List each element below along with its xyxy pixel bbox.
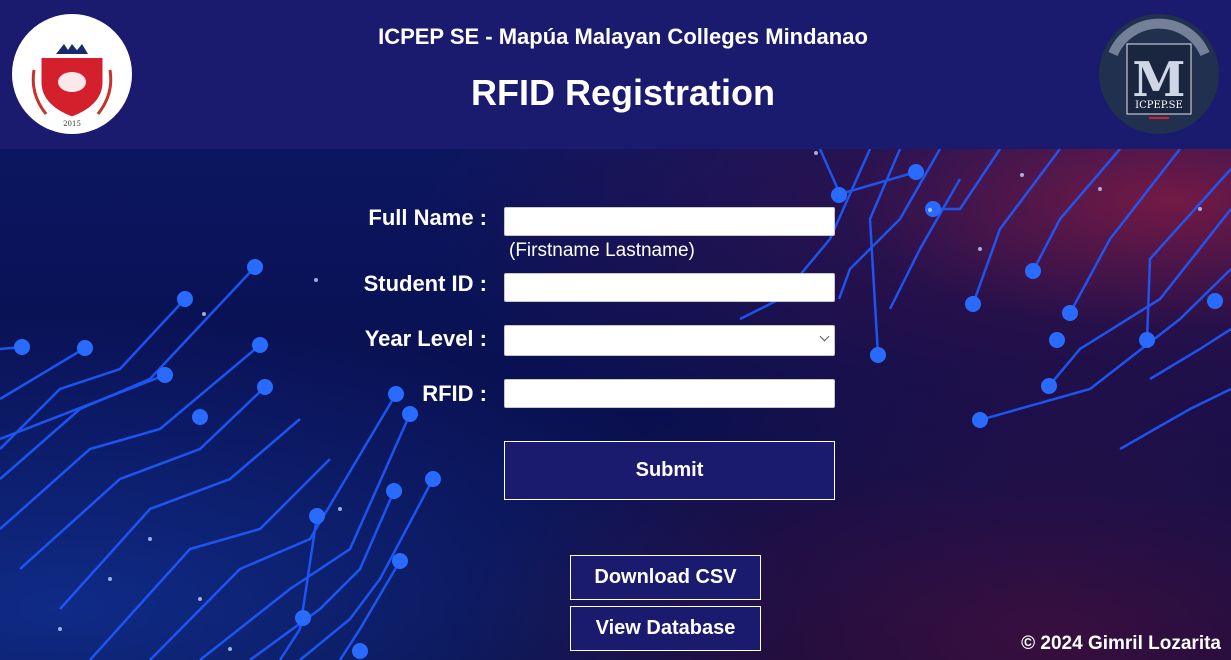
seal-year: 2015 xyxy=(63,120,81,128)
rfid-label: RFID : xyxy=(422,381,487,406)
full-name-label: Full Name : xyxy=(368,205,487,230)
student-id-label: Student ID : xyxy=(363,271,487,296)
submit-button[interactable]: Submit xyxy=(504,441,835,500)
full-name-hint: (Firstname Lastname) xyxy=(509,240,695,261)
rfid-input[interactable] xyxy=(504,379,835,408)
chevron-down-icon xyxy=(819,331,830,342)
page-title: RFID Registration xyxy=(470,72,775,113)
year-level-label: Year Level : xyxy=(364,326,487,351)
view-database-label: View Database xyxy=(595,617,736,639)
submit-button-label: Submit xyxy=(635,459,704,481)
icpep-se-logo: M ICPEP.SE xyxy=(1099,14,1219,134)
view-database-button[interactable]: View Database xyxy=(570,606,761,651)
page-header: 2015 ICPEP SE - Mapúa Malayan Colleges M… xyxy=(0,0,1231,149)
logo-text: ICPEP.SE xyxy=(1135,100,1183,111)
student-id-input[interactable] xyxy=(504,273,835,302)
download-csv-button[interactable]: Download CSV xyxy=(570,555,761,600)
year-level-select[interactable] xyxy=(504,325,835,356)
download-csv-label: Download CSV xyxy=(594,566,737,588)
footer-copyright: © 2024 Gimril Lozarita xyxy=(1021,633,1221,654)
org-subtitle: ICPEP SE - Mapúa Malayan Colleges Mindan… xyxy=(378,24,868,49)
full-name-input[interactable] xyxy=(504,207,835,236)
